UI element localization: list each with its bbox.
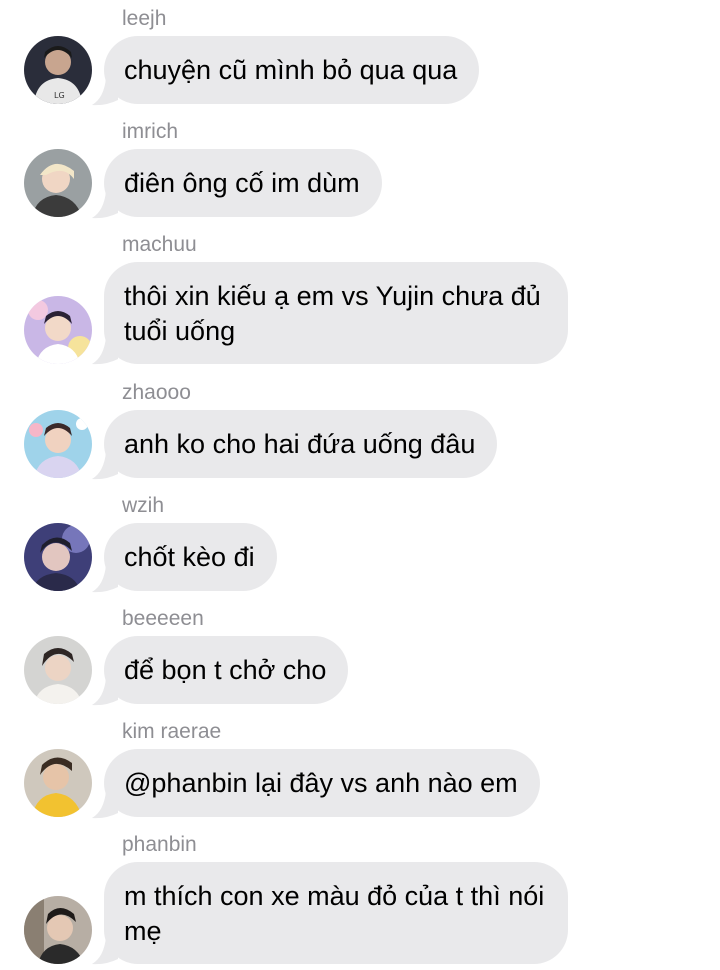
message-bubble[interactable]: điên ông cố im dùm: [104, 149, 382, 217]
message-thread: leejh LG chuyện cũ mình bỏ qua qua imric…: [0, 0, 720, 970]
avatar[interactable]: [24, 896, 92, 964]
avatar[interactable]: [24, 523, 92, 591]
sender-name: imrich: [122, 120, 178, 143]
sender-name: phanbin: [122, 833, 197, 856]
avatar[interactable]: LG: [24, 36, 92, 104]
svg-text:LG: LG: [54, 91, 65, 100]
message-bubble[interactable]: chốt kèo đi: [104, 523, 277, 591]
sender-name: wzih: [122, 494, 165, 517]
sender-name: machuu: [122, 233, 197, 256]
message-bubble[interactable]: chuyện cũ mình bỏ qua qua: [104, 36, 480, 104]
message-bubble[interactable]: m thích con xe màu đỏ của t thì nói mẹ: [104, 862, 568, 964]
avatar[interactable]: [24, 149, 92, 217]
avatar[interactable]: [24, 636, 92, 704]
message-bubble[interactable]: anh ko cho hai đứa uống đâu: [104, 410, 498, 478]
message-bubble[interactable]: @phanbin lại đây vs anh nào em: [104, 749, 540, 817]
sender-name: beeeeen: [122, 607, 204, 630]
avatar[interactable]: [24, 296, 92, 364]
sender-name: kim raerae: [122, 720, 222, 743]
avatar[interactable]: [24, 749, 92, 817]
message-bubble[interactable]: để bọn t chở cho: [104, 636, 349, 704]
sender-name: zhaooo: [122, 381, 191, 404]
message-bubble[interactable]: thôi xin kiếu ạ em vs Yujin chưa đủ tuổi…: [104, 262, 568, 364]
sender-name: leejh: [122, 7, 167, 30]
avatar[interactable]: [24, 410, 92, 478]
